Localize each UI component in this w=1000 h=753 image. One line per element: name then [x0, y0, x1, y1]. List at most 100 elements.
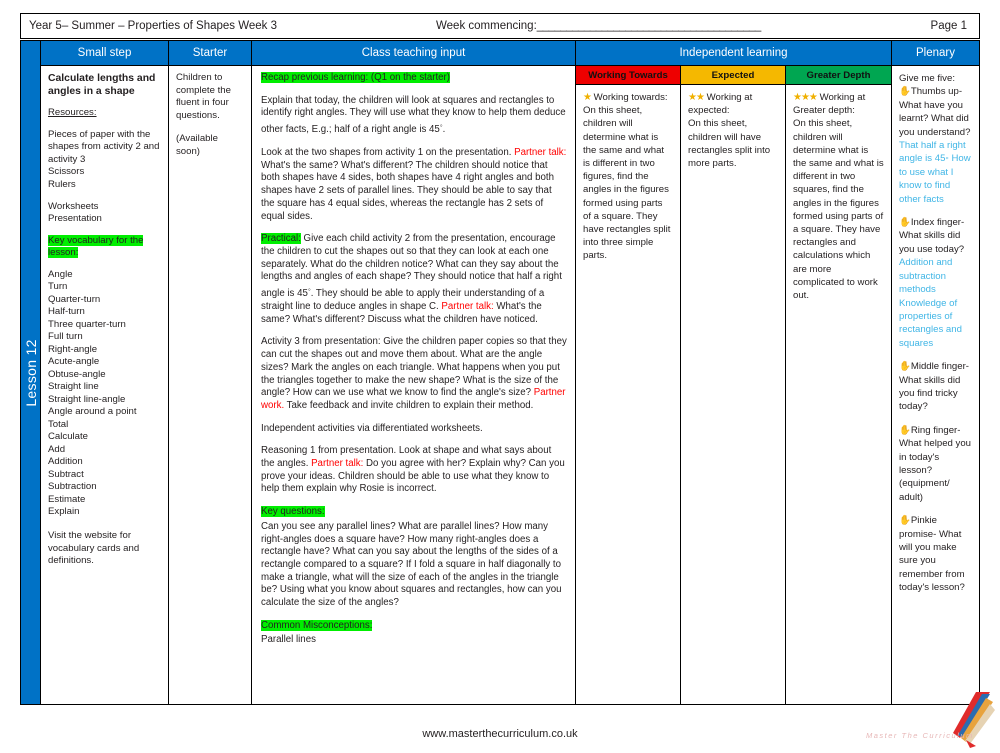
partner-talk-cue: Partner talk: — [441, 301, 494, 313]
hand-icon: ✋ — [899, 86, 911, 98]
column-independent-learning: Independent learning Working Towards ★ W… — [576, 41, 892, 704]
lesson-plan-table: Lesson 12 Small step Calculate lengths a… — [20, 40, 980, 705]
group-body-expected: ★★ Working at expected: On this sheet, c… — [681, 85, 785, 704]
practical-label: Practical: — [261, 233, 301, 245]
material-item: Presentation — [48, 213, 102, 225]
page-title-bar: Year 5– Summer – Properties of Shapes We… — [20, 13, 980, 39]
plenary-answer: Addition and subtraction methods Knowled… — [899, 257, 962, 349]
vocabulary-item: Addition — [48, 456, 83, 468]
column-starter: Starter Children to complete the fluent … — [169, 41, 252, 704]
vocabulary-item: Subtract — [48, 468, 84, 480]
brand-logo-text: Master The Curriculum — [866, 731, 974, 740]
vocabulary-item: Subtraction — [48, 481, 97, 493]
page-number: Page 1 — [930, 20, 967, 32]
misconceptions-body: Parallel lines — [261, 634, 316, 646]
vocabulary-item: Full turn — [48, 331, 83, 343]
column-small-step: Small step Calculate lengths and angles … — [41, 41, 169, 704]
partner-talk-cue: Partner talk: — [514, 147, 567, 159]
group-description: On this sheet, children will have rectan… — [688, 118, 771, 170]
hand-icon: ✋ — [899, 424, 911, 436]
teaching-paragraph-activity3: Activity 3 from presentation: Give the c… — [261, 336, 567, 412]
week-commencing-field: Week commencing:________________________… — [436, 20, 761, 32]
teaching-text: Take feedback and invite children to exp… — [284, 399, 534, 411]
hand-icon: ✋ — [899, 217, 911, 229]
column-header-class-teaching-input: Class teaching input — [252, 41, 575, 66]
plenary-item-index-finger: ✋Index finger- What skills did you use t… — [899, 216, 972, 350]
vocabulary-item: Explain — [48, 506, 80, 518]
resource-item: Rulers — [48, 178, 76, 190]
group-lead-text: Working towards: — [593, 92, 668, 103]
teaching-paragraph-intro: Explain that today, the children will lo… — [261, 95, 567, 137]
footer-website-url: www.masterthecurriculum.co.uk — [422, 728, 578, 740]
plenary-question: Ring finger- What helped you in today's … — [899, 424, 971, 503]
materials-list: Worksheets Presentation — [48, 201, 161, 226]
group-header-greater-depth: Greater Depth — [786, 66, 891, 85]
vocabulary-item: Estimate — [48, 493, 86, 505]
column-header-small-step: Small step — [41, 41, 168, 66]
teaching-text: Look at the two shapes from activity 1 o… — [261, 147, 515, 159]
key-questions-heading-paragraph: Key questions: — [261, 506, 567, 519]
column-class-teaching-input: Class teaching input Recap previous lear… — [252, 41, 576, 704]
teaching-text: Activity 3 from presentation: Give the c… — [261, 336, 567, 399]
plenary-intro: Give me five: — [899, 73, 955, 84]
lesson-number-tab: Lesson 12 — [21, 41, 41, 704]
vocabulary-item: Acute-angle — [48, 356, 100, 368]
teaching-text: Explain that today, the children will lo… — [261, 94, 566, 136]
group-description: On this sheet, children will determine w… — [583, 105, 671, 262]
teaching-paragraph-activity1: Look at the two shapes from activity 1 o… — [261, 147, 567, 223]
vocabulary-item: Three quarter-turn — [48, 318, 126, 330]
key-questions-heading: Key questions: — [261, 506, 325, 518]
independent-learning-groups: Working Towards ★ Working towards: On th… — [576, 66, 891, 704]
plenary-item-thumbs-up: ✋Thumbs up- What have you learnt? What d… — [899, 85, 972, 206]
starter-availability: (Available soon) — [176, 133, 218, 157]
vocabulary-list: Angle Turn Quarter-turn Half-turn Three … — [48, 269, 161, 519]
key-vocabulary-heading: Key vocabulary for the lesson: — [48, 234, 144, 259]
vocabulary-item: Right-angle — [48, 343, 98, 355]
plenary-question: Pinkie promise- What will you make sure … — [899, 515, 965, 594]
plenary-answer: That half a right angle is 45◦ How to us… — [899, 140, 971, 205]
teaching-paragraph-reasoning: Reasoning 1 from presentation. Look at s… — [261, 445, 567, 496]
group-header-expected: Expected — [681, 66, 785, 85]
teaching-text: What's the same? What's different? The c… — [261, 159, 554, 222]
small-step-content: Calculate lengths and angles in a shape … — [41, 66, 168, 704]
teaching-paragraph-independent: Independent activities via differentiate… — [261, 422, 483, 434]
group-body-working-towards: ★ Working towards: On this sheet, childr… — [576, 85, 680, 704]
starter-content: Children to complete the fluent in four … — [169, 66, 251, 704]
teaching-paragraph-practical: Practical: Give each child activity 2 fr… — [261, 233, 567, 326]
group-description: On this sheet, children will determine w… — [793, 118, 884, 302]
group-body-greater-depth: ★★★ Working at Greater depth: On this sh… — [786, 85, 891, 704]
key-questions-body: Can you see any parallel lines? What are… — [261, 520, 562, 609]
vocabulary-item: Straight line — [48, 381, 99, 393]
brand-logo: Master The Curriculum — [866, 692, 996, 748]
resources-list: Pieces of paper with the shapes from act… — [48, 129, 161, 192]
star-rating-icon: ★★★ — [793, 92, 818, 103]
week-commencing-label: Week commencing: — [436, 20, 537, 32]
plenary-item-ring-finger: ✋Ring finger- What helped you in today's… — [899, 424, 972, 504]
star-rating-icon: ★ — [583, 92, 592, 103]
teaching-text: . — [442, 124, 446, 136]
vocabulary-item: Half-turn — [48, 306, 85, 318]
teaching-input-content: Recap previous learning: (Q1 on the star… — [252, 66, 575, 704]
column-header-starter: Starter — [169, 41, 251, 66]
vocabulary-item: Obtuse-angle — [48, 368, 106, 380]
partner-talk-cue: Partner talk: — [311, 458, 364, 470]
small-step-title: Calculate lengths and angles in a shape — [48, 73, 156, 97]
vocabulary-item: Straight line-angle — [48, 393, 126, 405]
starter-paragraph: Children to complete the fluent in four … — [176, 72, 231, 121]
plenary-item-middle-finger: ✋Middle finger- What skills did you find… — [899, 360, 972, 414]
group-greater-depth: Greater Depth ★★★ Working at Greater dep… — [786, 66, 891, 704]
group-header-working-towards: Working Towards — [576, 66, 680, 85]
vocabulary-item: Add — [48, 443, 66, 455]
column-header-plenary: Plenary — [892, 41, 979, 66]
column-header-independent-learning: Independent learning — [576, 41, 891, 66]
misconceptions-heading: Common Misconceptions: — [261, 619, 373, 631]
resource-item: Pieces of paper with the shapes from act… — [48, 128, 160, 165]
recap-heading-paragraph: Recap previous learning: (Q1 on the star… — [261, 72, 567, 85]
week-commencing-rule: ______________________________________ — [536, 20, 762, 32]
recap-heading: Recap previous learning: (Q1 on the star… — [261, 72, 451, 83]
lesson-plan-page: Year 5– Summer – Properties of Shapes We… — [0, 0, 1000, 750]
misconceptions-heading-paragraph: Common Misconceptions: — [261, 619, 567, 633]
plenary-content: Give me five: ✋Thumbs up- What have you … — [892, 66, 979, 704]
group-expected: Expected ★★ Working at expected: On this… — [681, 66, 786, 704]
resource-item: Scissors — [48, 166, 85, 178]
